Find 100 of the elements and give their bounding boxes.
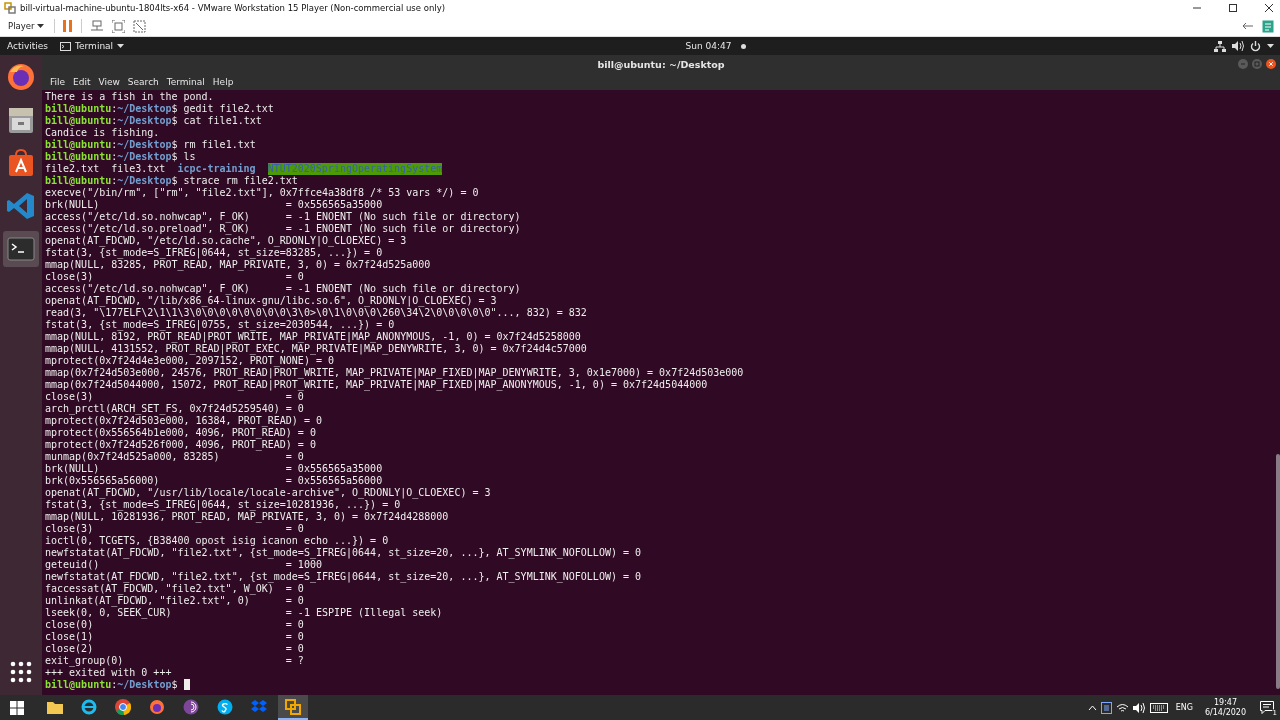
terminal-output-line: mmap(NULL, 8192, PROT_READ|PROT_WRITE, MAP_PRIVATE|MAP_ANONYMOUS, -1, 0) = 0x7f24d5258000 — [45, 331, 581, 343]
terminal-output-line: Candice is fishing. — [45, 127, 160, 139]
terminal-output-line: arch_prctl(ARCH_SET_FS, 0x7f24d5259540) = 0 — [45, 403, 304, 415]
wifi-icon[interactable] — [1115, 702, 1129, 713]
app-grid-icon[interactable] — [10, 661, 32, 683]
close-icon[interactable] — [1264, 3, 1274, 13]
terminal-output-line: close(0) = 0 — [45, 619, 304, 631]
window-title: bill-virtual-machine-ubuntu-1804lts-x64 - VMware Workstation 15 Player (Non-commercial use only) — [20, 3, 445, 13]
file-name: file3.txt — [111, 163, 166, 175]
terminal-output-line: openat(AT_FDCWD, "/etc/ld.so.cache", O_RDONLY|O_CLOEXEC) = 3 — [45, 235, 407, 247]
chevron-up-icon[interactable] — [1087, 704, 1097, 711]
terminal-output-line: mprotect(0x7f24d503e000, 16384, PROT_READ) = 0 — [45, 415, 322, 427]
vmware-logo-icon — [4, 2, 16, 14]
prompt-line: bill@ubuntu:~/Desktop$ strace rm file2.txt — [45, 175, 298, 187]
terminal-output-line: unlinkat(AT_FDCWD, "file2.txt", 0) = 0 — [45, 595, 304, 607]
prompt-line: bill@ubuntu:~/Desktop$ — [45, 679, 190, 691]
terminal-output-line: brk(NULL) = 0x556565a35000 — [45, 199, 383, 211]
terminal-output-line: exit_group(0) = ? — [45, 655, 304, 667]
terminal-output-line: fstat(3, {st_mode=S_IFREG|0644, st_size=10281936, ...}) = 0 — [45, 499, 401, 511]
terminal-output-line: mprotect(0x7f24d526f000, 4096, PROT_READ) = 0 — [45, 439, 316, 451]
clock[interactable]: 19:47 6/14/2020 — [1200, 697, 1250, 718]
close-icon[interactable] — [1266, 59, 1276, 69]
terminal-output-line: lseek(0, 0, SEEK_CUR) = -1 ESPIPE (Illegal seek) — [45, 607, 443, 619]
clock[interactable]: Sun 04:47 — [595, 41, 735, 51]
terminal-icon — [60, 41, 72, 51]
notification-icon[interactable] — [1260, 701, 1274, 714]
terminal-output-line: fstat(3, {st_mode=S_IFREG|0755, st_size=2030544, ...}) = 0 — [45, 319, 395, 331]
terminal-output-line: close(3) = 0 — [45, 523, 304, 535]
caret-icon[interactable] — [1267, 43, 1274, 49]
prompt-line: bill@ubuntu:~/Desktop$ cat file1.txt — [45, 115, 262, 127]
terminal-output-line: brk(0x556565a56000) = 0x556565a56000 — [45, 475, 383, 487]
file-cabinet-icon — [6, 105, 36, 135]
terminal-output-line: close(1) = 0 — [45, 631, 304, 643]
menu-item[interactable]: Help — [208, 76, 238, 87]
terminal-output-line: close(3) = 0 — [45, 391, 304, 403]
terminal-output-line: openat(AT_FDCWD, "/usr/lib/locale/locale-archive", O_RDONLY|O_CLOEXEC) = 3 — [45, 487, 491, 499]
terminal-output-line: geteuid() = 1000 — [45, 559, 322, 571]
menu-item[interactable]: File — [46, 76, 70, 87]
menu-item[interactable]: Terminal — [162, 76, 209, 87]
prompt-line: bill@ubuntu:~/Desktop$ ls — [45, 151, 196, 163]
terminal-output-line: access("/etc/ld.so.preload", R_OK) = -1 ENOENT (No such file or directory) — [45, 223, 521, 235]
terminal-output-line: munmap(0x7f24d525a000, 83285) = 0 — [45, 451, 304, 463]
back-icon[interactable] — [1242, 22, 1254, 30]
code-editor-icon — [6, 191, 36, 221]
menu-item[interactable]: Search — [123, 76, 163, 87]
terminal-output-line: fstat(3, {st_mode=S_IFREG|0644, st_size=83285, ...}) = 0 — [45, 247, 383, 259]
terminal-output-line: mmap(NULL, 4131552, PROT_READ|PROT_EXEC, MAP_PRIVATE|MAP_DENYWRITE, 3, 0) = 0x7f24d4c57000 — [45, 343, 587, 355]
file-name: file2.txt — [45, 163, 100, 175]
shopping-bag-icon — [6, 148, 36, 178]
terminal-output-line: newfstatat(AT_FDCWD, "file2.txt", {st_mode=S_IFREG|0644, st_size=20, ...}, AT_SYMLINK_NOFOLLOW) = 0 — [45, 547, 642, 559]
volume-icon[interactable] — [1132, 702, 1146, 713]
prompt-line: bill@ubuntu:~/Desktop$ rm file1.txt — [45, 139, 256, 151]
notes-icon[interactable] — [1262, 19, 1274, 33]
notification-dot-icon — [740, 43, 746, 49]
globe-icon — [81, 698, 97, 715]
prompt-line: bill@ubuntu:~/Desktop$ gedit file2.txt — [45, 103, 274, 115]
terminal-output-line: access("/etc/ld.so.nohwcap", F_OK) = -1 ENOENT (No such file or directory) — [45, 283, 521, 295]
terminal-output-line: mmap(0x7f24d503e000, 24576, PROT_READ|PROT_WRITE, MAP_PRIVATE|MAP_FIXED|MAP_DENYWRITE, 3, 0x1e7000) = 0x7f24d503e000 — [45, 367, 744, 379]
terminal-output-line: ioctl(0, TCGETS, {B38400 opost isig icanon echo ...}) = 0 — [45, 535, 389, 547]
terminal-output-line: read(3, "\177ELF\2\1\1\3\0\0\0\0\0\0\0\0\3\0>\0\1\0\0\0\260\34\2\0\0\0\0\0"..., 832) = 832 — [45, 307, 587, 319]
menu-item[interactable]: View — [94, 76, 124, 87]
squares-icon — [285, 698, 301, 715]
pause-icon[interactable] — [63, 20, 74, 32]
onion-icon — [183, 698, 199, 715]
activities-button[interactable]: Activities — [4, 41, 52, 51]
browser-icon — [115, 698, 131, 715]
terminal-output-line: brk(NULL) = 0x556565a35000 — [45, 463, 383, 475]
unity-icon[interactable] — [133, 19, 147, 33]
menu-item[interactable]: Edit — [69, 76, 95, 87]
caret-icon — [117, 43, 125, 49]
terminal-output-line: mmap(NULL, 10281936, PROT_READ, MAP_PRIVATE, 3, 0) = 0x7f24d4288000 — [45, 511, 449, 523]
browser-icon — [6, 62, 36, 92]
terminal-output-line: mmap(0x7f24d5044000, 15072, PROT_READ|PROT_WRITE, MAP_PRIVATE|MAP_FIXED|MAP_ANONYMOUS, -1, 0) = 0x7f24d5044000 — [45, 379, 708, 391]
volume-icon[interactable] — [1232, 41, 1244, 51]
scrollbar-thumb[interactable] — [1276, 454, 1280, 689]
browser-icon — [149, 698, 165, 715]
terminal-output-line: openat(AT_FDCWD, "/lib/x86_64-linux-gnu/libc.so.6", O_RDONLY|O_CLOEXEC) = 3 — [45, 295, 497, 307]
fullscreen-icon[interactable] — [112, 19, 126, 33]
terminal-icon — [6, 234, 36, 264]
chat-icon — [217, 698, 233, 715]
terminal-output-line: +++ exited with 0 +++ — [45, 667, 172, 679]
power-icon[interactable] — [1250, 40, 1261, 52]
keyboard-icon[interactable] — [1149, 702, 1168, 713]
network-icon[interactable] — [1214, 40, 1226, 52]
terminal-output-line: newfstatat(AT_FDCWD, "file2.txt", {st_mode=S_IFREG|0644, st_size=20, ...}, AT_SYMLINK_NOFOLLOW) = 0 — [45, 571, 642, 583]
terminal-output-line: close(3) = 0 — [45, 271, 304, 283]
language-indicator[interactable]: ENG — [1175, 703, 1193, 712]
terminal-output-line: faccessat(AT_FDCWD, "file2.txt", W_OK) = 0 — [45, 583, 304, 595]
caret-icon — [37, 23, 45, 29]
app-menu[interactable]: Terminal — [57, 41, 128, 51]
start-icon[interactable] — [10, 700, 24, 715]
maximize-icon[interactable] — [1228, 3, 1238, 13]
player-menu[interactable]: Player — [6, 21, 47, 31]
app-tray-icon[interactable] — [1100, 701, 1112, 714]
terminal-output-line: mmap(NULL, 83285, PROT_READ, MAP_PRIVATE, 3, 0) = 0x7f24d525a000 — [45, 259, 431, 271]
terminal-output-line: access("/etc/ld.so.nohwcap", F_OK) = -1 ENOENT (No such file or directory) — [45, 211, 521, 223]
terminal-output-line: There is a fish in the pond. — [45, 91, 214, 103]
box-icon — [251, 699, 267, 714]
folder-name: NTUT2020SpringOperatingSystem — [267, 163, 443, 175]
terminal-output-line: close(2) = 0 — [45, 643, 304, 655]
